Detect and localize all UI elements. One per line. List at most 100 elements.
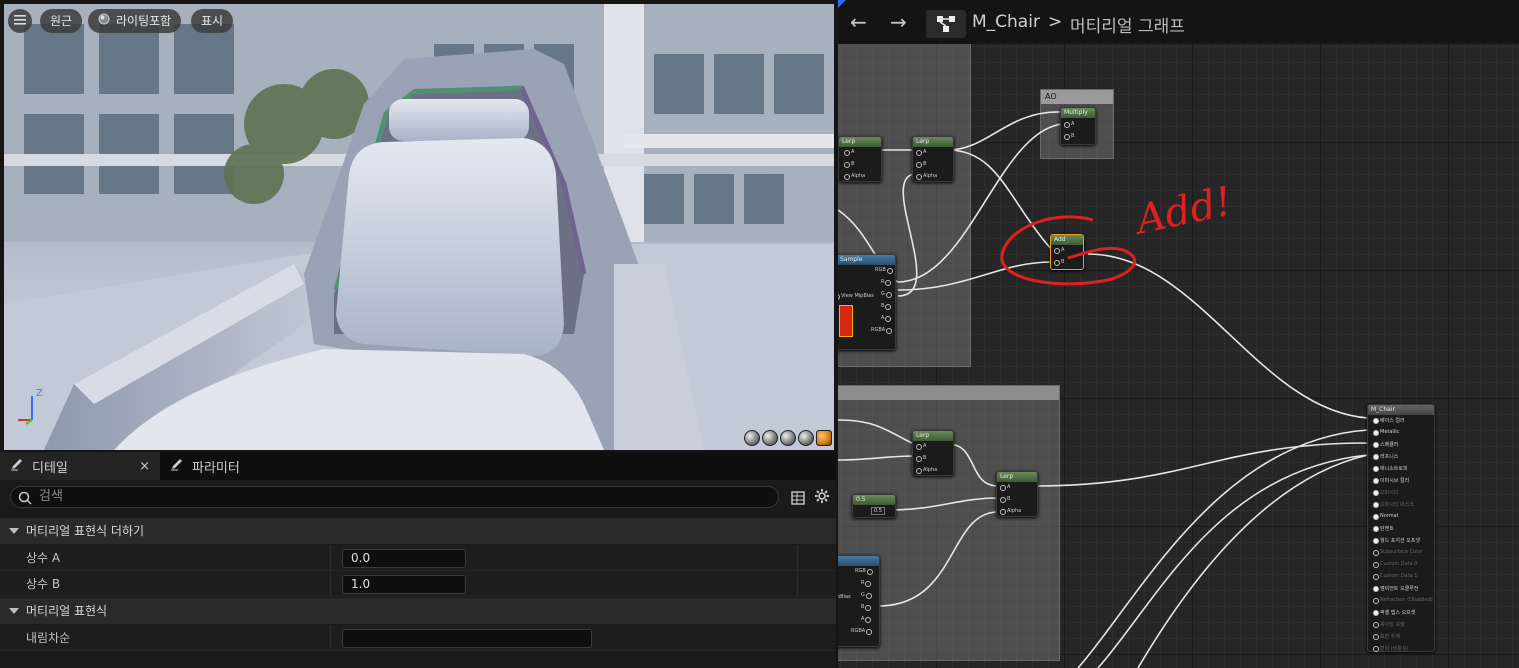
- pin-a[interactable]: A: [915, 443, 926, 450]
- result-pin[interactable]: 앰비언트 오클루전: [1372, 585, 1418, 592]
- const-b-field[interactable]: 1.0: [342, 575, 466, 594]
- pencil-icon: [170, 457, 184, 475]
- result-pin[interactable]: Subsurface Color: [1373, 549, 1423, 556]
- viewport-menu-button[interactable]: [8, 9, 32, 33]
- pin-alpha-channel[interactable]: A: [881, 315, 893, 322]
- cylinder-preview-icon[interactable]: [744, 430, 760, 446]
- pin-a[interactable]: A: [915, 149, 926, 156]
- result-pin[interactable]: Metallic: [1372, 429, 1399, 436]
- result-pin[interactable]: Custom Data 1: [1372, 573, 1417, 580]
- sphere-preview-icon[interactable]: [762, 430, 778, 446]
- perspective-button[interactable]: 원근: [40, 9, 83, 33]
- pin-a[interactable]: A: [999, 484, 1010, 491]
- node-lerp[interactable]: Lerp A B Alpha: [912, 136, 954, 182]
- pin-rgba[interactable]: RGBA: [851, 628, 873, 635]
- pin-b-channel[interactable]: B: [861, 604, 873, 611]
- lighting-sphere-icon: [98, 9, 110, 33]
- pin-view-mipbias[interactable]: View MipBias: [838, 293, 874, 300]
- node-title: Lerp: [913, 431, 953, 441]
- search-icon: [18, 490, 32, 509]
- property-const-a: 상수 A 0.0: [0, 545, 836, 571]
- const-a-label: 상수 A: [26, 551, 61, 565]
- result-pin[interactable]: 오파시티 마스크: [1373, 501, 1414, 508]
- result-pin[interactable]: 애니소트로피: [1373, 465, 1408, 472]
- node-lerp[interactable]: Lerp A B Alpha: [996, 471, 1038, 517]
- result-pin[interactable]: 스페큘러: [1372, 441, 1398, 448]
- node-constant[interactable]: 0.5 0.5: [852, 494, 896, 518]
- pin-alpha[interactable]: Alpha: [915, 173, 937, 180]
- result-pin[interactable]: 표면 두께: [1373, 633, 1400, 640]
- graph-icon-button[interactable]: [926, 10, 966, 38]
- node-multiply[interactable]: Multiply A B: [1060, 107, 1096, 145]
- pin-rgba[interactable]: RGBA: [871, 327, 893, 334]
- pin-a[interactable]: A: [1063, 121, 1074, 128]
- result-pin[interactable]: 픽셀 뎁스 오프셋: [1372, 609, 1415, 616]
- node-title: Lerp: [839, 137, 881, 147]
- lighting-mode-button[interactable]: 라이팅포함: [88, 9, 182, 33]
- result-pin[interactable]: 변위 (비활성): [1373, 645, 1409, 652]
- breadcrumb-graph: 머티리얼 그래프: [1070, 17, 1185, 37]
- node-material-result[interactable]: M_Chair 베이스 컬러 Metallic 스페큘러 러프니스 애니소트로피 이미시브…: [1367, 404, 1435, 652]
- forward-button[interactable]: →: [890, 10, 907, 34]
- result-pin[interactable]: 러프니스: [1372, 453, 1398, 460]
- teapot-preview-icon[interactable]: [816, 430, 832, 446]
- pin-b-channel[interactable]: B: [881, 303, 893, 310]
- node-title: [838, 556, 879, 566]
- pin-b[interactable]: B: [998, 496, 1010, 503]
- material-graph[interactable]: AO Lerp A B Alpha Lerp A B Alpha Multipl…: [838, 0, 1519, 668]
- breadcrumb-asset[interactable]: M_Chair: [972, 12, 1040, 32]
- result-pin[interactable]: Refraction (Disabled): [1373, 597, 1433, 604]
- cube-preview-icon[interactable]: [798, 430, 814, 446]
- hamburger-icon: [14, 9, 26, 33]
- pencil-icon: [10, 457, 24, 475]
- plane-preview-icon[interactable]: [780, 430, 796, 446]
- pin-r[interactable]: R: [881, 279, 894, 286]
- result-pin[interactable]: 오파시티: [1372, 489, 1398, 496]
- result-pin[interactable]: 셰이딩 모델: [1373, 621, 1405, 628]
- pin-rgb[interactable]: RGB: [855, 568, 873, 575]
- close-icon[interactable]: ×: [139, 459, 150, 474]
- result-pin[interactable]: 이미시브 컬러: [1372, 477, 1409, 484]
- show-button[interactable]: 표시: [191, 9, 234, 33]
- section-material-expression-add[interactable]: 머티리얼 표현식 더하기: [0, 518, 836, 544]
- pin-alpha[interactable]: Alpha: [843, 173, 865, 180]
- result-pin[interactable]: 베이스 컬러: [1373, 417, 1405, 424]
- graph-header: ← → M_Chair > 머티리얼 그래프: [838, 0, 1519, 44]
- node-title: 0.5: [853, 495, 895, 505]
- constant-value[interactable]: 0.5: [871, 507, 885, 515]
- descending-field[interactable]: [342, 629, 592, 648]
- column-divider: [797, 545, 798, 571]
- pin-b[interactable]: B: [842, 161, 854, 168]
- pin-alpha[interactable]: Alpha: [999, 508, 1021, 515]
- node-texture-sample[interactable]: RGB R G pBias B A RGBA: [838, 555, 880, 647]
- pin-r[interactable]: R: [861, 580, 874, 587]
- pin-g[interactable]: G: [881, 291, 892, 298]
- pin-b[interactable]: B: [1062, 133, 1074, 140]
- pin-a[interactable]: A: [843, 149, 854, 156]
- tab-parameters[interactable]: 파라미터: [160, 452, 250, 480]
- result-pin[interactable]: 월드 포지션 오프셋: [1373, 537, 1420, 544]
- pin-view-mipbias[interactable]: pBias: [838, 594, 851, 600]
- pin-alpha-channel[interactable]: A: [861, 616, 873, 623]
- search-input[interactable]: 검색: [10, 486, 779, 508]
- result-pin[interactable]: Custom Data 0: [1372, 561, 1417, 568]
- table-view-icon[interactable]: [791, 490, 805, 509]
- pin-g[interactable]: G: [861, 592, 872, 599]
- back-button[interactable]: ←: [850, 10, 867, 34]
- pin-b[interactable]: B: [914, 455, 926, 462]
- node-texture-sample[interactable]: Sample RGB R G View MipBias B A RGBA: [838, 254, 896, 350]
- result-pin[interactable]: 탄젠트: [1373, 525, 1394, 532]
- const-a-field[interactable]: 0.0: [342, 549, 466, 568]
- section-material-expression[interactable]: 머티리얼 표현식: [0, 598, 836, 624]
- tab-details[interactable]: 디테일 ×: [0, 452, 160, 480]
- result-pin[interactable]: Normal: [1372, 513, 1398, 520]
- node-lerp[interactable]: Lerp A B Alpha: [912, 430, 954, 476]
- gear-icon[interactable]: [814, 488, 830, 508]
- viewport[interactable]: 원근 라이팅포함 표시 Z: [4, 4, 834, 450]
- node-lerp[interactable]: Lerp A B Alpha: [838, 136, 882, 182]
- column-divider: [330, 571, 331, 597]
- pin-alpha[interactable]: Alpha: [915, 467, 937, 474]
- property-descending: 내림차순: [0, 625, 836, 651]
- pin-b[interactable]: B: [914, 161, 926, 168]
- pin-rgb[interactable]: RGB: [875, 267, 893, 274]
